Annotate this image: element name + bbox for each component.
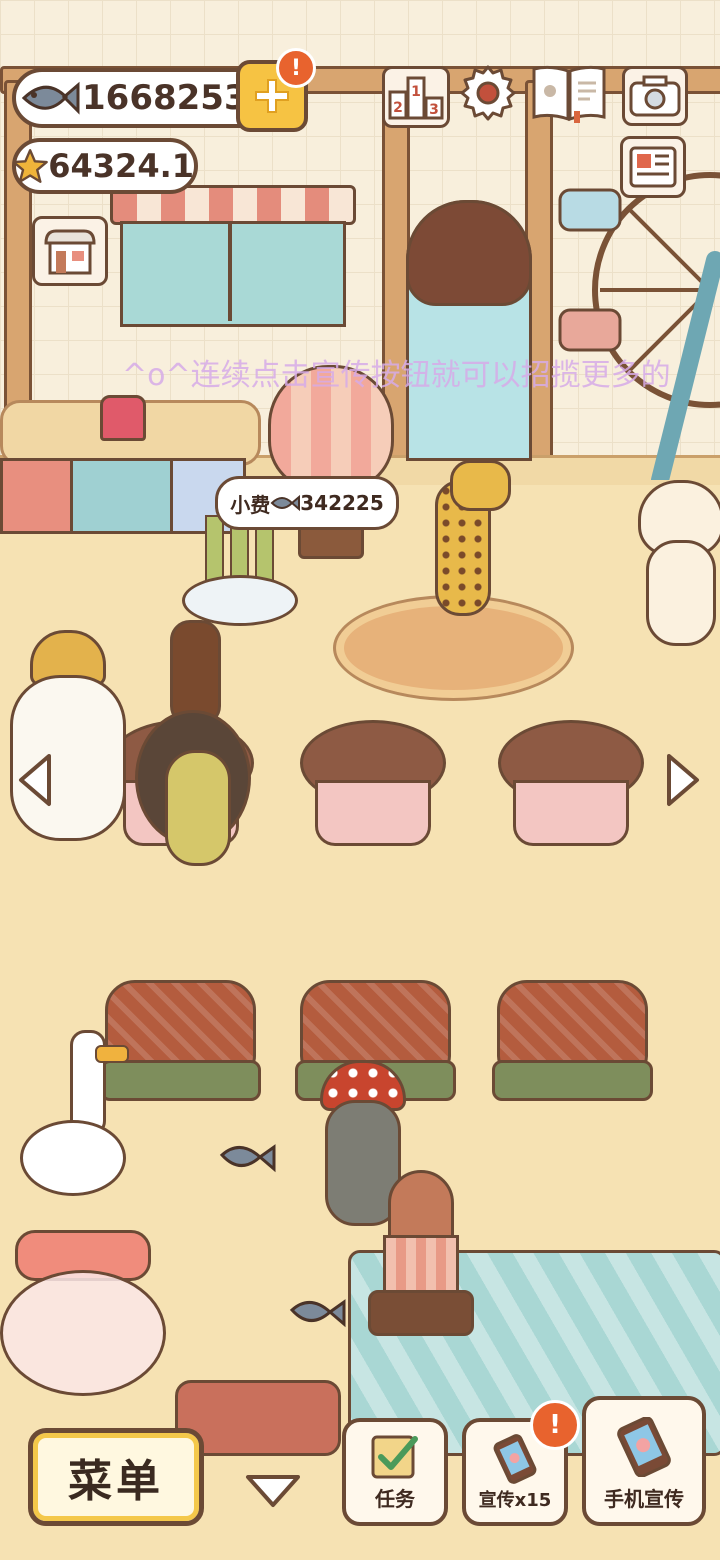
coffee-machine [368, 1170, 474, 1340]
fish-icon [270, 494, 301, 512]
goose-customer[interactable] [20, 1030, 130, 1210]
shop-window [110, 185, 356, 327]
promo-marquee-text: ^o^连续点击宣传按钮就可以招揽更多的 [122, 358, 671, 393]
newspaper-button[interactable] [620, 136, 686, 198]
promote-alert-badge: ! [530, 1400, 580, 1450]
cupcake-table-2[interactable] [300, 720, 446, 846]
cat-customer[interactable] [628, 480, 720, 650]
phone-promote-button-label: 手机宣传 [604, 1487, 684, 1511]
donut-doorway [406, 200, 532, 461]
tip-bubble[interactable]: 小费 342225 [215, 476, 399, 530]
ranking-button[interactable]: 213 [382, 66, 450, 128]
star-currency-display: 64324.1 [12, 138, 198, 194]
hyena-customer[interactable] [420, 440, 511, 620]
menu-button-label: 菜单 [68, 1456, 164, 1507]
svg-text:1: 1 [411, 84, 421, 100]
ranking-icon: 213 [388, 76, 444, 120]
candy-jar-decor [0, 1215, 166, 1396]
pie-table-3[interactable] [492, 980, 653, 1105]
arrow-right-button[interactable] [662, 752, 704, 808]
camera-button[interactable] [622, 66, 688, 126]
tip-amount: 342225 [300, 491, 384, 515]
tip-label: 小费 [230, 492, 271, 517]
shop-button[interactable] [32, 216, 108, 286]
shop-icon [44, 229, 96, 275]
chevron-down-icon [246, 1475, 300, 1507]
star-amount: 64324.1 [48, 147, 194, 185]
svg-text:3: 3 [429, 102, 439, 118]
gear-icon [460, 65, 516, 121]
settings-button[interactable] [458, 62, 518, 124]
phone-icon [617, 1417, 671, 1477]
cupcake-table-3[interactable] [498, 720, 644, 846]
add-currency-alert-badge: ! [276, 48, 316, 88]
arrow-left-button[interactable] [14, 752, 56, 808]
newspaper-icon [629, 146, 677, 188]
menu-button[interactable]: 菜单 [28, 1428, 204, 1526]
svg-text:2: 2 [393, 100, 403, 116]
dropped-fish-icon[interactable] [218, 1135, 278, 1185]
camera-icon [629, 75, 681, 117]
phone-icon [493, 1434, 537, 1484]
checklist-icon [371, 1435, 418, 1479]
promote-button-label: 宣传x15 [478, 1490, 552, 1511]
arrow-left-icon [19, 754, 51, 806]
star-icon [12, 149, 48, 183]
dropped-fish-icon[interactable] [288, 1290, 348, 1340]
hedgehog-customer[interactable] [125, 620, 251, 870]
ferris-wheel [558, 172, 720, 480]
tasks-button-label: 任务 [375, 1487, 415, 1511]
recipe-book-icon [532, 65, 606, 123]
fish-icon [21, 81, 80, 115]
recipe-book-button[interactable] [530, 62, 608, 124]
phone-promote-button[interactable]: 手机宣传 [582, 1396, 706, 1526]
collapse-toggle-button[interactable] [244, 1470, 302, 1512]
arrow-right-icon [667, 754, 699, 806]
tasks-button[interactable]: 任务 [342, 1418, 448, 1526]
